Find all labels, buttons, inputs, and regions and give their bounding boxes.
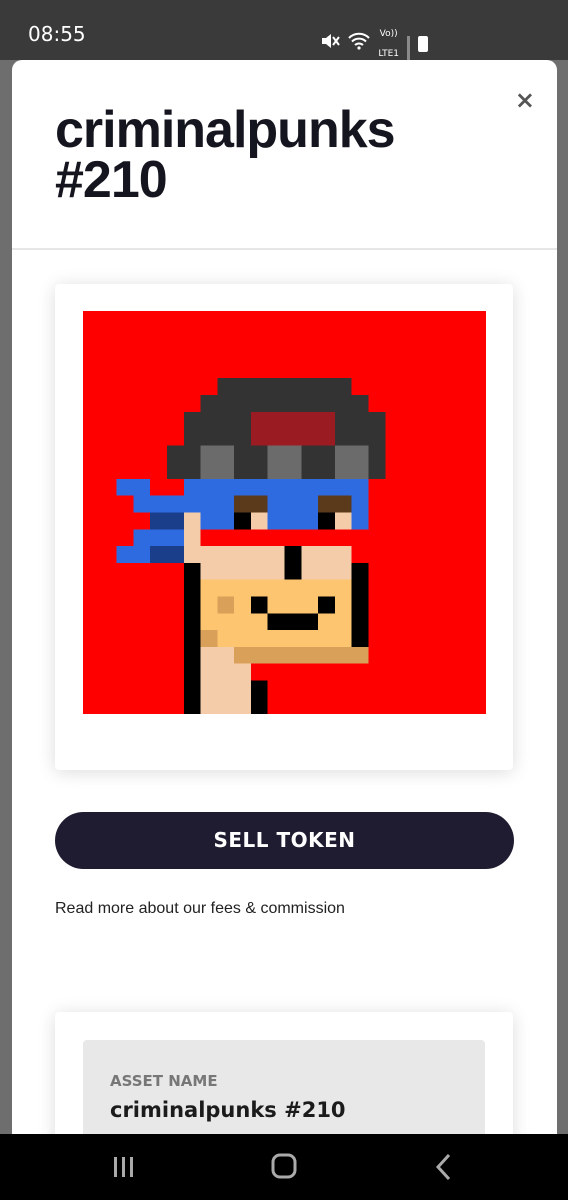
recents-icon[interactable] xyxy=(104,1150,144,1184)
nft-card xyxy=(55,284,513,770)
nft-image xyxy=(83,311,486,714)
divider xyxy=(12,248,557,250)
fees-commission-link[interactable]: Read more about our fees & commission xyxy=(55,900,345,918)
battery-icon xyxy=(418,36,428,52)
asset-details-card: ASSET NAME criminalpunks #210 xyxy=(55,1012,513,1140)
sell-token-button[interactable]: SELL TOKEN xyxy=(55,812,514,869)
status-time: 08:55 xyxy=(28,22,86,46)
signal-icon xyxy=(407,36,410,76)
volte-icon: Vo)) LTE1 xyxy=(378,24,399,64)
page-title: criminalpunks #210 xyxy=(55,101,396,209)
token-sheet: × criminalpunks #210 SELL TOKEN Read mor… xyxy=(12,60,557,1140)
asset-name-field: ASSET NAME criminalpunks #210 xyxy=(83,1040,485,1140)
volte-top-text: Vo)) xyxy=(379,29,398,39)
status-bar: 08:55 Vo)) LTE1 xyxy=(0,0,568,76)
status-icons: Vo)) LTE1 xyxy=(320,24,428,76)
system-nav-bar xyxy=(0,1134,568,1200)
close-icon[interactable]: × xyxy=(515,86,535,114)
mute-icon xyxy=(320,32,341,56)
wifi-icon xyxy=(348,32,371,56)
back-icon[interactable] xyxy=(424,1150,464,1184)
home-icon[interactable] xyxy=(264,1150,304,1184)
asset-name-value: criminalpunks #210 xyxy=(110,1098,346,1122)
asset-name-label: ASSET NAME xyxy=(110,1072,218,1090)
